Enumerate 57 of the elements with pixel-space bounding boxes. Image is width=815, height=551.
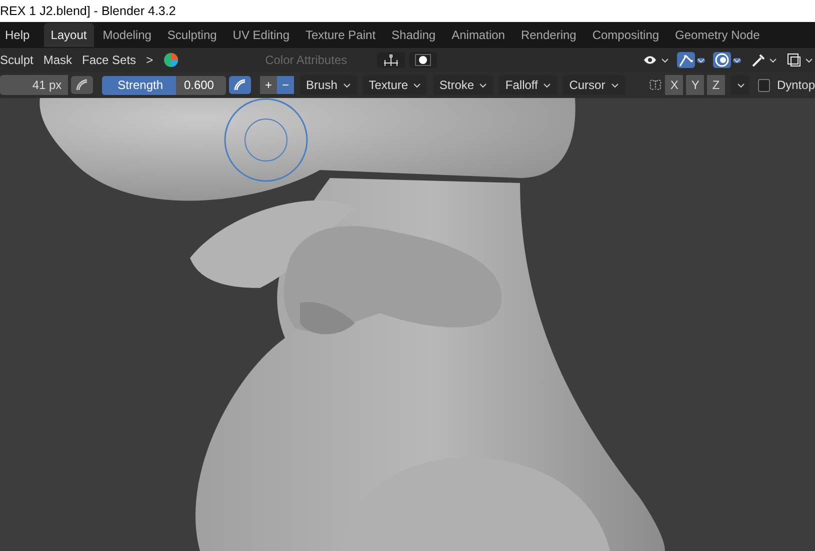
menu-item[interactable]: Help [0,28,42,42]
workspace-tab[interactable]: Shading [384,23,443,47]
dyntopo-label: Dyntop [776,78,815,92]
window-title: REX 1 J2.blend] - Blender 4.3.2 [0,4,176,18]
strength-slider[interactable]: Strength 0.600 [102,76,226,94]
caret-icon [610,83,619,88]
menu-item[interactable]: Sculpt [0,53,40,67]
direction-button[interactable]: − [277,76,294,94]
xray-icon [785,52,803,68]
menu-item[interactable]: Mask [43,53,78,67]
workspace-tab[interactable]: Layout [44,23,94,47]
overlay-icon [713,52,731,68]
settings-dropdown[interactable]: Texture [362,75,428,95]
settings-dropdown[interactable]: Falloff [499,75,558,95]
falloff-curve-icon [383,54,400,66]
workspace-tab[interactable]: Modeling [96,23,158,47]
butterfly-icon [648,77,662,93]
caret-icon [733,58,741,62]
menu-item[interactable]: Face Sets [82,53,142,67]
workspace-tab[interactable]: Geometry Node [668,23,767,47]
caret-icon [342,83,351,88]
falloff-dropdown[interactable] [377,52,406,68]
color-wheel-icon [163,52,180,68]
caret-icon [543,83,552,88]
brush-cursor-icon [224,98,308,182]
caret-icon [805,58,813,62]
axis-toggle[interactable]: Z [707,75,725,95]
workspace-tab[interactable]: Compositing [585,23,666,47]
radius-field[interactable]: 41 px [0,75,68,95]
caret-icon [479,83,488,88]
caret-icon [661,58,669,62]
axis-toggle[interactable]: X [665,75,684,95]
workspace-tab[interactable]: Animation [444,23,512,47]
expand-chevron[interactable]: > [146,53,160,67]
workspace-tab[interactable]: Sculpting [160,23,224,47]
shading-dropdown[interactable] [409,52,438,68]
gizmo-icon [677,52,695,68]
viewport-toggle[interactable] [675,51,707,69]
workspace-tab[interactable]: Rendering [514,23,584,47]
direction-button[interactable]: + [260,76,277,94]
settings-dropdown[interactable]: Cursor [563,75,625,95]
caret-icon [769,58,777,62]
viewport-toggle[interactable] [711,51,743,69]
caret-icon [736,83,745,88]
pressure-button[interactable] [228,76,251,94]
settings-dropdown[interactable]: Stroke [433,75,494,95]
pressure-button[interactable] [70,76,93,94]
workspace-tab[interactable]: Texture Paint [298,23,383,47]
axis-toggle[interactable]: Y [686,75,704,95]
caret-icon [413,83,422,88]
pressure-icon [232,78,247,92]
symmetry-dropdown[interactable] [730,75,749,95]
caret-icon [697,58,705,62]
workspace-tab[interactable]: UV Editing [226,23,296,47]
dyntopo-checkbox[interactable] [758,78,770,92]
pressure-icon [74,78,89,92]
settings-dropdown[interactable]: Brush [300,75,357,95]
